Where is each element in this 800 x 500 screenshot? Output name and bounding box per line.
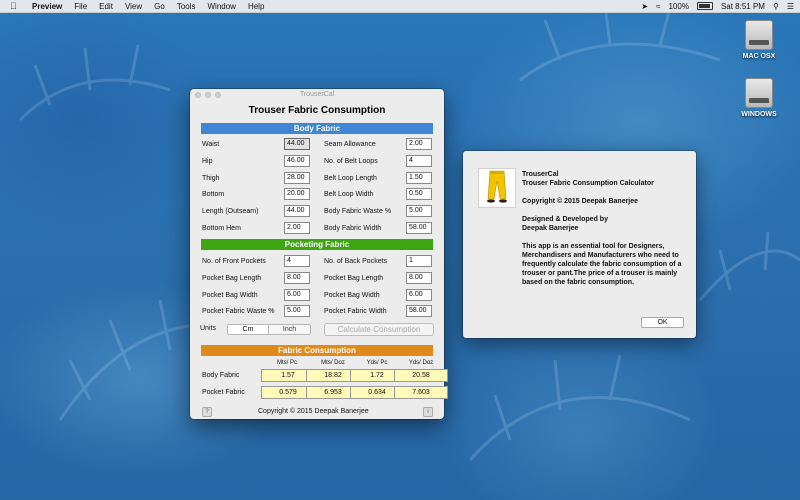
about-copyright: Copyright © 2015 Deepak Banerjee (522, 198, 639, 205)
belt-loops-field[interactable]: 4 (406, 155, 432, 167)
units-label: Units (200, 325, 216, 332)
zoom-button[interactable] (215, 92, 221, 98)
pocket-fabric-width-label: Pocket Fabric Width (324, 308, 387, 315)
pocket-fabric-waste-field[interactable]: 5.00 (284, 305, 310, 317)
front-pockets-label: No. of Front Pockets (202, 258, 266, 265)
trouser-image (478, 168, 516, 208)
menu-extras: ➤ ≈ 100% Sat 8:51 PM ⚲ ☰ (641, 0, 794, 12)
window-titlebar[interactable]: TrouserCal (190, 89, 444, 101)
about-app-name: TrouserCal (522, 171, 559, 178)
pocket-fabric-result-label: Pocket Fabric (202, 389, 245, 396)
hip-field[interactable]: 46.00 (284, 155, 310, 167)
back-pockets-field[interactable]: 1 (406, 255, 432, 267)
back-pocket-bag-length-label: Pocket Bag Length (324, 275, 384, 282)
belt-loop-length-field[interactable]: 1.50 (406, 172, 432, 184)
length-outseam-field[interactable]: 44.00 (284, 205, 310, 217)
notification-center-icon[interactable]: ☰ (787, 2, 794, 11)
col-yds-doz: Yds/ Doz (408, 360, 434, 366)
window-footer-copyright: Copyright © 2015 Deepak Banerjee (258, 408, 369, 415)
window-title: TrouserCal (299, 91, 335, 98)
result-cell: 20.58 (394, 369, 448, 382)
body-fabric-width-label: Body Fabric Width (324, 225, 382, 232)
pocket-fabric-waste-label: Pocket Fabric Waste % (202, 308, 275, 315)
pocket-bag-length-field[interactable]: 8.00 (284, 272, 310, 284)
help-button[interactable]: ? (202, 407, 212, 417)
location-icon[interactable]: ➤ (641, 2, 648, 11)
menu-file[interactable]: File (74, 2, 87, 11)
units-inch-segment[interactable]: Inch (268, 324, 311, 335)
waist-label: Waist (202, 141, 220, 148)
pocket-fabric-width-field[interactable]: 58.00 (406, 305, 432, 317)
desktop-icon-label: WINDOWS (741, 111, 777, 118)
units-cm-segment[interactable]: Cm (227, 324, 269, 335)
bottom-hem-field[interactable]: 2.00 (284, 222, 310, 234)
about-designed-by: Designed & Developed by (522, 216, 608, 223)
front-pockets-field[interactable]: 4 (284, 255, 310, 267)
menu-help[interactable]: Help (248, 2, 264, 11)
result-cell: 7.603 (394, 386, 448, 399)
body-fabric-waste-label: Body Fabric Waste % (324, 208, 392, 215)
desktop-icon-label: MAC OSX (742, 53, 776, 60)
wifi-icon[interactable]: ≈ (656, 2, 660, 11)
desktop-icon-mac-osx[interactable]: MAC OSX (729, 20, 789, 60)
about-author: Deepak Banerjee (522, 225, 579, 232)
seam-allowance-label: Seam Allowance (324, 141, 376, 148)
minimize-button[interactable] (205, 92, 211, 98)
hard-drive-icon (745, 78, 773, 108)
body-fabric-waste-field[interactable]: 5.00 (406, 205, 432, 217)
pocket-bag-length-label: Pocket Bag Length (202, 275, 262, 282)
bottom-label: Bottom (202, 191, 225, 198)
clock[interactable]: Sat 8:51 PM (721, 2, 765, 11)
about-dialog: TrouserCal Trouser Fabric Consumption Ca… (463, 151, 696, 338)
pocket-bag-width-field[interactable]: 6.00 (284, 289, 310, 301)
apple-menu-icon[interactable]:  (10, 1, 20, 11)
about-subtitle: Trouser Fabric Consumption Calculator (522, 180, 654, 187)
info-button[interactable]: i (423, 407, 433, 417)
desktop-icon-windows[interactable]: WINDOWS (729, 78, 789, 118)
back-pockets-label: No. of Back Pockets (324, 258, 388, 265)
back-pocket-bag-width-field[interactable]: 6.00 (406, 289, 432, 301)
trouser-icon (487, 170, 507, 203)
fabric-consumption-header: Fabric Consumption (201, 345, 433, 356)
thigh-label: Thigh (202, 175, 220, 182)
close-button[interactable] (195, 92, 201, 98)
waist-field[interactable]: 44.00 (284, 138, 310, 150)
belt-loop-width-field[interactable]: 0.50 (406, 188, 432, 200)
menu-tools[interactable]: Tools (177, 2, 196, 11)
seam-allowance-field[interactable]: 2.00 (406, 138, 432, 150)
calculate-consumption-button[interactable]: Calculate Consumption (324, 323, 434, 336)
menu-go[interactable]: Go (154, 2, 165, 11)
menu-bar:  Preview File Edit View Go Tools Window… (0, 0, 800, 13)
app-heading: Trouser Fabric Consumption (248, 105, 386, 116)
pocket-bag-width-label: Pocket Bag Width (202, 292, 258, 299)
about-text: TrouserCal Trouser Fabric Consumption Ca… (522, 170, 692, 296)
window-controls (195, 92, 221, 98)
belt-loop-width-label: Belt Loop Width (324, 191, 374, 198)
body-fabric-result-label: Body Fabric (202, 372, 240, 379)
body-fabric-header: Body Fabric (201, 123, 433, 134)
menu-view[interactable]: View (125, 2, 142, 11)
back-pocket-bag-length-field[interactable]: 8.00 (406, 272, 432, 284)
pocketing-fabric-header: Pocketing Fabric (201, 239, 433, 250)
length-outseam-label: Length (Outseam) (202, 208, 259, 215)
menu-edit[interactable]: Edit (99, 2, 113, 11)
belt-loops-label: No. of Belt Loops (324, 158, 378, 165)
bottom-hem-label: Bottom Hem (202, 225, 241, 232)
spotlight-icon[interactable]: ⚲ (773, 2, 779, 11)
menu-app-preview[interactable]: Preview (32, 2, 62, 11)
ok-button[interactable]: OK (641, 317, 684, 328)
body-fabric-width-field[interactable]: 58.00 (406, 222, 432, 234)
hard-drive-icon (745, 20, 773, 50)
menu-window[interactable]: Window (208, 2, 236, 11)
hip-label: Hip (202, 158, 213, 165)
battery-icon[interactable] (696, 2, 713, 10)
bottom-field[interactable]: 20.00 (284, 188, 310, 200)
back-pocket-bag-width-label: Pocket Bag Width (324, 292, 380, 299)
belt-loop-length-label: Belt Loop Length (324, 175, 377, 182)
about-description: This app is an essential tool for Design… (522, 243, 682, 286)
battery-percent[interactable]: 100% (668, 2, 688, 11)
thigh-field[interactable]: 28.00 (284, 172, 310, 184)
